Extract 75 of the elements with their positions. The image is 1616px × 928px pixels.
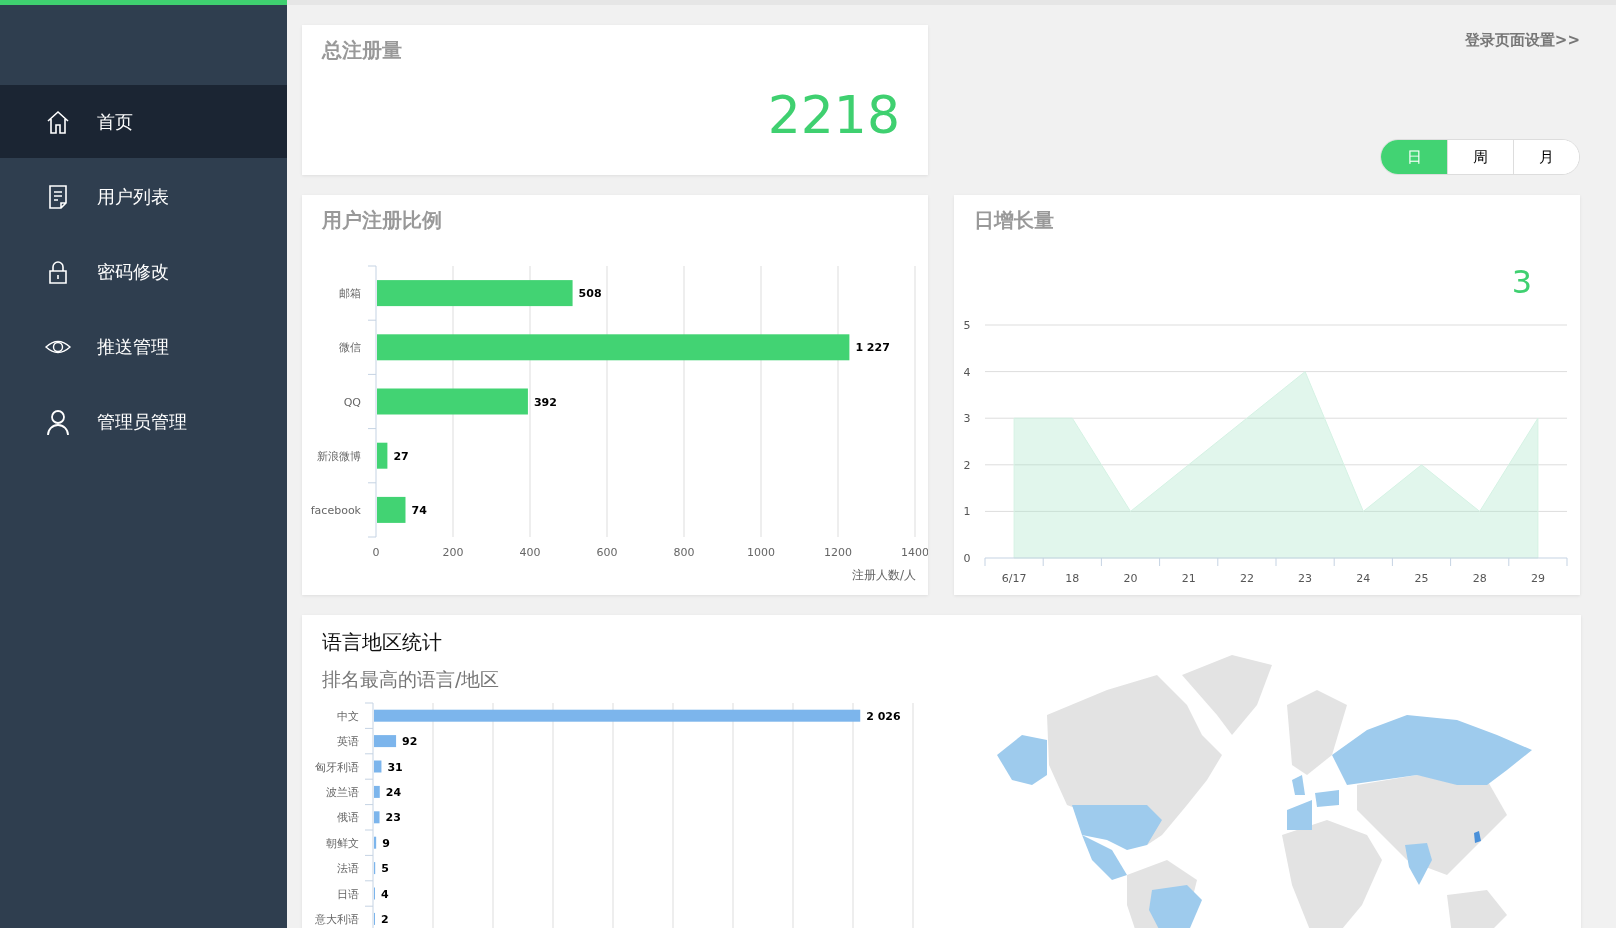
value-label: 23 bbox=[385, 811, 401, 825]
period-button[interactable]: 月 bbox=[1513, 140, 1579, 174]
tick-label: 1 bbox=[963, 505, 971, 519]
value-label: 5 bbox=[381, 862, 389, 876]
tick-label: 29 bbox=[1530, 572, 1545, 585]
value-label: 2 bbox=[381, 912, 389, 926]
tick-label: 200 bbox=[442, 546, 464, 559]
bar bbox=[374, 735, 397, 748]
value-label: 92 bbox=[402, 735, 418, 749]
tick-label: 3 bbox=[963, 412, 971, 426]
tick-label: 800 bbox=[673, 546, 695, 559]
bar bbox=[374, 836, 377, 849]
tick-label: 1200 bbox=[824, 546, 852, 559]
tick-label: 21 bbox=[1181, 572, 1196, 585]
sidebar-item[interactable]: 管理员管理 bbox=[0, 385, 287, 458]
sidebar-item[interactable]: 密码修改 bbox=[0, 235, 287, 308]
value-label: 27 bbox=[393, 449, 409, 463]
category-label: 波兰语 bbox=[326, 785, 359, 799]
settings-link[interactable]: 登录页面设置>> bbox=[1464, 29, 1580, 52]
value-label: 4 bbox=[381, 887, 389, 901]
category-label: 新浪微博 bbox=[317, 449, 361, 463]
value-label: 1 227 bbox=[855, 341, 890, 355]
value-label: 24 bbox=[385, 785, 402, 799]
tick-label: 25 bbox=[1414, 572, 1429, 585]
category-label: 意大利语 bbox=[315, 912, 359, 926]
category-label: 微信 bbox=[339, 341, 361, 355]
card-title: 日增长量 bbox=[973, 207, 1055, 233]
bar bbox=[374, 760, 382, 773]
value-label: 74 bbox=[411, 503, 427, 517]
tick-label: 22 bbox=[1239, 572, 1254, 585]
bar bbox=[377, 496, 406, 523]
sidebar-item[interactable]: 用户列表 bbox=[0, 160, 287, 233]
bar bbox=[374, 785, 380, 798]
tick-label: 6/17 bbox=[1001, 572, 1027, 585]
tick-label: 4 bbox=[963, 365, 971, 379]
value-label: 392 bbox=[533, 395, 557, 409]
category-label: 英语 bbox=[337, 735, 359, 749]
category-label: 匈牙利语 bbox=[315, 760, 359, 774]
tick-label: 23 bbox=[1298, 572, 1313, 585]
tick-label: 24 bbox=[1356, 572, 1371, 585]
category-label: 日语 bbox=[337, 887, 359, 901]
card-title: 总注册量 bbox=[320, 37, 403, 63]
category-label: QQ bbox=[343, 395, 361, 409]
value-label: 508 bbox=[578, 287, 602, 301]
tick-label: 28 bbox=[1472, 572, 1487, 585]
card-title: 用户注册比例 bbox=[321, 207, 443, 233]
total-count: 2218 bbox=[766, 89, 901, 141]
card-title: 语言地区统计 bbox=[321, 629, 443, 655]
category-label: facebook bbox=[310, 503, 361, 517]
tick-label: 0 bbox=[963, 552, 971, 565]
tick-label: 2 bbox=[963, 458, 971, 472]
sidebar-item[interactable]: 首页 bbox=[0, 85, 287, 158]
category-label: 中文 bbox=[337, 709, 359, 723]
tick-label: 20 bbox=[1123, 572, 1138, 585]
current-value: 3 bbox=[1511, 263, 1532, 301]
category-label: 法语 bbox=[337, 862, 359, 876]
tick-label: 0 bbox=[372, 546, 380, 559]
category-label: 邮箱 bbox=[339, 287, 361, 301]
tick-label: 18 bbox=[1065, 572, 1080, 585]
category-label: 朝鲜文 bbox=[326, 836, 359, 850]
tick-label: 5 bbox=[963, 319, 971, 332]
category-label: 俄语 bbox=[337, 811, 359, 825]
value-label: 31 bbox=[387, 760, 403, 774]
tick-label: 600 bbox=[596, 546, 618, 559]
bar bbox=[377, 442, 388, 469]
tick-label: 400 bbox=[519, 546, 541, 559]
tick-label: 1000 bbox=[747, 546, 775, 559]
axis-title: 注册人数/人 bbox=[851, 568, 916, 582]
person-icon bbox=[44, 407, 72, 436]
sidebar-item[interactable]: 推送管理 bbox=[0, 310, 287, 383]
bar bbox=[374, 811, 380, 824]
tick-label: 1400 bbox=[901, 546, 928, 559]
value-label: 9 bbox=[382, 836, 390, 850]
value-label: 2 026 bbox=[866, 709, 901, 723]
card-subtitle: 排名最高的语言/地区 bbox=[321, 667, 501, 691]
